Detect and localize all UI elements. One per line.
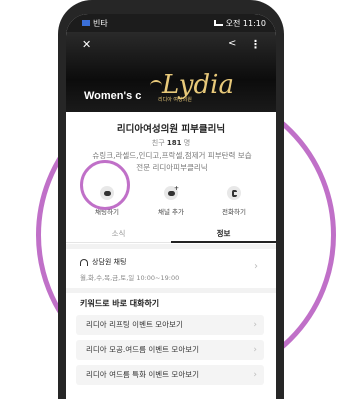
call-button-label: 전화하기 [222, 208, 246, 216]
friend-count-value: 181 [166, 139, 182, 147]
chevron-right-icon: › [254, 261, 258, 272]
chevron-right-icon: › [253, 370, 257, 380]
carrier-label: 빈타 [93, 18, 108, 28]
friend-count-label: 친구 [151, 139, 165, 147]
section-divider [66, 244, 276, 249]
tab-info[interactable]: 정보 [171, 228, 276, 239]
friend-count-unit: 명 [183, 139, 191, 147]
friend-count: 친구 181 명 [66, 138, 276, 148]
counsel-chat-row[interactable]: 상담원 채팅 월,화,수,목,금,토,일 10:00~19:00 › [66, 253, 276, 287]
highlight-circle [80, 160, 130, 210]
channel-cover-image: ✕ < ⋮ Women's c Lydia 리디아 여성의원 [66, 32, 276, 112]
channel-name: 리디아여성의원 피부클리닉 [116, 124, 226, 135]
keyword-button[interactable]: 리디아 여드름 특화 이벤트 모아보기 › [76, 365, 264, 385]
tab-bar: 소식 정보 [66, 225, 276, 243]
cover-tagline: Women's c [84, 90, 142, 102]
notification-icon [82, 20, 90, 26]
signal-icon [213, 20, 223, 26]
clock: 오전 11:10 [225, 18, 266, 28]
section-divider [66, 288, 276, 293]
keyword-button-label: 리디아 리프팅 이벤트 모아보기 [86, 320, 183, 329]
keyword-button-label: 리디아 모공.여드름 이벤트 모아보기 [86, 345, 200, 354]
status-bar: 빈타 오전 11:10 [66, 14, 276, 32]
active-tab-indicator [171, 241, 276, 243]
headset-icon [80, 258, 88, 266]
keyword-button[interactable]: 리디아 모공.여드름 이벤트 모아보기 › [76, 340, 264, 360]
keyword-section-title: 키워드로 바로 대화하기 [80, 299, 160, 308]
add-channel-icon: + [164, 185, 179, 200]
tab-news[interactable]: 소식 [66, 228, 171, 239]
close-icon[interactable]: ✕ [82, 38, 91, 51]
logo-mark-icon [150, 80, 162, 90]
keyword-button-label: 리디아 여드름 특화 이벤트 모아보기 [86, 370, 200, 379]
counsel-hours: 월,화,수,목,금,토,일 10:00~19:00 [80, 274, 180, 282]
keyword-button[interactable]: 리디아 리프팅 이벤트 모아보기 › [76, 315, 264, 335]
promo-illustration: 빈타 오전 11:10 ✕ < ⋮ Women's c Lydia 리디아 여성… [0, 0, 345, 399]
share-icon[interactable]: < [228, 38, 236, 49]
chevron-right-icon: › [253, 345, 257, 355]
more-icon[interactable]: ⋮ [250, 38, 261, 51]
brand-logo-subtitle: 리디아 여성의원 [158, 97, 192, 103]
counsel-chat-title: 상담원 채팅 [92, 258, 127, 266]
phone-icon [227, 186, 241, 200]
call-button[interactable]: 전화하기 [211, 186, 257, 216]
add-channel-button[interactable]: + 채널 추가 [148, 185, 194, 216]
add-channel-button-label: 채널 추가 [158, 208, 184, 216]
chevron-right-icon: › [253, 320, 257, 330]
